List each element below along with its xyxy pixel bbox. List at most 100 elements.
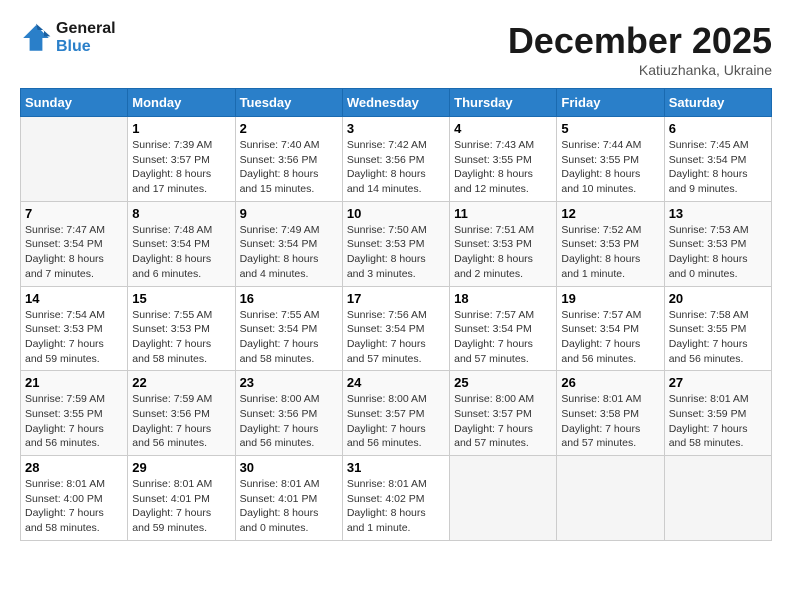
day-info: Sunrise: 7:43 AMSunset: 3:55 PMDaylight:… xyxy=(454,138,552,197)
day-cell: 24Sunrise: 8:00 AMSunset: 3:57 PMDayligh… xyxy=(342,371,449,456)
day-cell: 6 Sunrise: 7:45 AMSunset: 3:54 PMDaylight… xyxy=(664,117,771,202)
day-number: 6 xyxy=(669,121,767,136)
day-info: Sunrise: 8:01 AMSunset: 3:58 PMDaylight:… xyxy=(561,392,659,451)
day-info: Sunrise: 8:00 AMSunset: 3:57 PMDaylight:… xyxy=(454,392,552,451)
day-cell: 4 Sunrise: 7:43 AMSunset: 3:55 PMDaylight… xyxy=(450,117,557,202)
day-number: 8 xyxy=(132,206,230,221)
day-cell: 5 Sunrise: 7:44 AMSunset: 3:55 PMDaylight… xyxy=(557,117,664,202)
weekday-header-monday: Monday xyxy=(128,89,235,117)
week-row-4: 21 Sunrise: 7:59 AMSunset: 3:55 PMDayligh… xyxy=(21,371,772,456)
day-number: 26 xyxy=(561,375,659,390)
day-info: Sunrise: 7:40 AMSunset: 3:56 PMDaylight:… xyxy=(240,138,338,197)
day-number: 30 xyxy=(240,460,338,475)
day-cell: 15 Sunrise: 7:55 AMSunset: 3:53 PMDayligh… xyxy=(128,286,235,371)
day-info: Sunrise: 8:01 AMSunset: 3:59 PMDaylight:… xyxy=(669,392,767,451)
day-info: Sunrise: 8:00 AMSunset: 3:56 PMDaylight:… xyxy=(240,392,338,451)
day-number: 16 xyxy=(240,291,338,306)
day-cell: 19Sunrise: 7:57 AMSunset: 3:54 PMDayligh… xyxy=(557,286,664,371)
week-row-3: 14Sunrise: 7:54 AMSunset: 3:53 PMDayligh… xyxy=(21,286,772,371)
day-info: Sunrise: 7:59 AMSunset: 3:56 PMDaylight:… xyxy=(132,392,230,451)
day-number: 12 xyxy=(561,206,659,221)
day-info: Sunrise: 8:01 AMSunset: 4:01 PMDaylight:… xyxy=(132,477,230,536)
day-info: Sunrise: 7:52 AMSunset: 3:53 PMDaylight:… xyxy=(561,223,659,282)
day-info: Sunrise: 7:56 AMSunset: 3:54 PMDaylight:… xyxy=(347,308,445,367)
weekday-header-row: SundayMondayTuesdayWednesdayThursdayFrid… xyxy=(21,89,772,117)
day-cell xyxy=(664,456,771,541)
day-info: Sunrise: 7:55 AMSunset: 3:53 PMDaylight:… xyxy=(132,308,230,367)
day-info: Sunrise: 7:50 AMSunset: 3:53 PMDaylight:… xyxy=(347,223,445,282)
day-info: Sunrise: 8:01 AMSunset: 4:02 PMDaylight:… xyxy=(347,477,445,536)
day-number: 1 xyxy=(132,121,230,136)
day-number: 15 xyxy=(132,291,230,306)
day-info: Sunrise: 7:48 AMSunset: 3:54 PMDaylight:… xyxy=(132,223,230,282)
day-number: 13 xyxy=(669,206,767,221)
day-cell: 10 Sunrise: 7:50 AMSunset: 3:53 PMDayligh… xyxy=(342,201,449,286)
location-subtitle: Katiuzhanka, Ukraine xyxy=(508,62,772,78)
day-info: Sunrise: 7:42 AMSunset: 3:56 PMDaylight:… xyxy=(347,138,445,197)
day-number: 5 xyxy=(561,121,659,136)
day-number: 2 xyxy=(240,121,338,136)
day-cell: 27Sunrise: 8:01 AMSunset: 3:59 PMDayligh… xyxy=(664,371,771,456)
day-cell: 2 Sunrise: 7:40 AMSunset: 3:56 PMDaylight… xyxy=(235,117,342,202)
day-number: 29 xyxy=(132,460,230,475)
day-number: 22 xyxy=(132,375,230,390)
logo-icon xyxy=(20,22,52,54)
day-cell: 18 Sunrise: 7:57 AMSunset: 3:54 PMDayligh… xyxy=(450,286,557,371)
day-cell: 11 Sunrise: 7:51 AMSunset: 3:53 PMDayligh… xyxy=(450,201,557,286)
day-info: Sunrise: 7:57 AMSunset: 3:54 PMDaylight:… xyxy=(561,308,659,367)
day-number: 18 xyxy=(454,291,552,306)
week-row-1: 1 Sunrise: 7:39 AMSunset: 3:57 PMDaylight… xyxy=(21,117,772,202)
day-cell: 28 Sunrise: 8:01 AMSunset: 4:00 PMDayligh… xyxy=(21,456,128,541)
day-number: 7 xyxy=(25,206,123,221)
day-number: 28 xyxy=(25,460,123,475)
day-number: 17 xyxy=(347,291,445,306)
day-cell: 1 Sunrise: 7:39 AMSunset: 3:57 PMDaylight… xyxy=(128,117,235,202)
day-info: Sunrise: 8:01 AMSunset: 4:00 PMDaylight:… xyxy=(25,477,123,536)
day-info: Sunrise: 7:57 AMSunset: 3:54 PMDaylight:… xyxy=(454,308,552,367)
day-cell: 29 Sunrise: 8:01 AMSunset: 4:01 PMDayligh… xyxy=(128,456,235,541)
day-number: 14 xyxy=(25,291,123,306)
weekday-header-thursday: Thursday xyxy=(450,89,557,117)
day-cell: 9Sunrise: 7:49 AMSunset: 3:54 PMDaylight… xyxy=(235,201,342,286)
day-cell: 26 Sunrise: 8:01 AMSunset: 3:58 PMDayligh… xyxy=(557,371,664,456)
day-cell: 8 Sunrise: 7:48 AMSunset: 3:54 PMDaylight… xyxy=(128,201,235,286)
day-number: 3 xyxy=(347,121,445,136)
day-info: Sunrise: 7:39 AMSunset: 3:57 PMDaylight:… xyxy=(132,138,230,197)
day-cell: 3 Sunrise: 7:42 AMSunset: 3:56 PMDaylight… xyxy=(342,117,449,202)
logo: General Blue xyxy=(20,20,116,56)
day-number: 23 xyxy=(240,375,338,390)
day-cell: 20Sunrise: 7:58 AMSunset: 3:55 PMDayligh… xyxy=(664,286,771,371)
day-info: Sunrise: 7:44 AMSunset: 3:55 PMDaylight:… xyxy=(561,138,659,197)
day-info: Sunrise: 8:00 AMSunset: 3:57 PMDaylight:… xyxy=(347,392,445,451)
day-number: 31 xyxy=(347,460,445,475)
weekday-header-sunday: Sunday xyxy=(21,89,128,117)
day-number: 25 xyxy=(454,375,552,390)
title-block: December 2025 Katiuzhanka, Ukraine xyxy=(508,20,772,78)
logo-text: General Blue xyxy=(56,20,116,56)
day-cell: 12 Sunrise: 7:52 AMSunset: 3:53 PMDayligh… xyxy=(557,201,664,286)
page-header: General Blue December 2025 Katiuzhanka, … xyxy=(20,20,772,78)
day-cell: 17 Sunrise: 7:56 AMSunset: 3:54 PMDayligh… xyxy=(342,286,449,371)
day-cell: 21 Sunrise: 7:59 AMSunset: 3:55 PMDayligh… xyxy=(21,371,128,456)
day-cell: 16 Sunrise: 7:55 AMSunset: 3:54 PMDayligh… xyxy=(235,286,342,371)
day-info: Sunrise: 8:01 AMSunset: 4:01 PMDaylight:… xyxy=(240,477,338,536)
day-cell xyxy=(557,456,664,541)
day-number: 10 xyxy=(347,206,445,221)
day-cell xyxy=(450,456,557,541)
day-number: 21 xyxy=(25,375,123,390)
day-info: Sunrise: 7:49 AMSunset: 3:54 PMDaylight:… xyxy=(240,223,338,282)
day-cell: 7Sunrise: 7:47 AMSunset: 3:54 PMDaylight… xyxy=(21,201,128,286)
day-cell: 31 Sunrise: 8:01 AMSunset: 4:02 PMDayligh… xyxy=(342,456,449,541)
day-info: Sunrise: 7:59 AMSunset: 3:55 PMDaylight:… xyxy=(25,392,123,451)
day-info: Sunrise: 7:51 AMSunset: 3:53 PMDaylight:… xyxy=(454,223,552,282)
weekday-header-friday: Friday xyxy=(557,89,664,117)
weekday-header-saturday: Saturday xyxy=(664,89,771,117)
day-number: 4 xyxy=(454,121,552,136)
weekday-header-tuesday: Tuesday xyxy=(235,89,342,117)
day-info: Sunrise: 7:55 AMSunset: 3:54 PMDaylight:… xyxy=(240,308,338,367)
day-number: 20 xyxy=(669,291,767,306)
calendar-table: SundayMondayTuesdayWednesdayThursdayFrid… xyxy=(20,88,772,541)
day-number: 11 xyxy=(454,206,552,221)
day-info: Sunrise: 7:45 AMSunset: 3:54 PMDaylight:… xyxy=(669,138,767,197)
day-cell: 23 Sunrise: 8:00 AMSunset: 3:56 PMDayligh… xyxy=(235,371,342,456)
